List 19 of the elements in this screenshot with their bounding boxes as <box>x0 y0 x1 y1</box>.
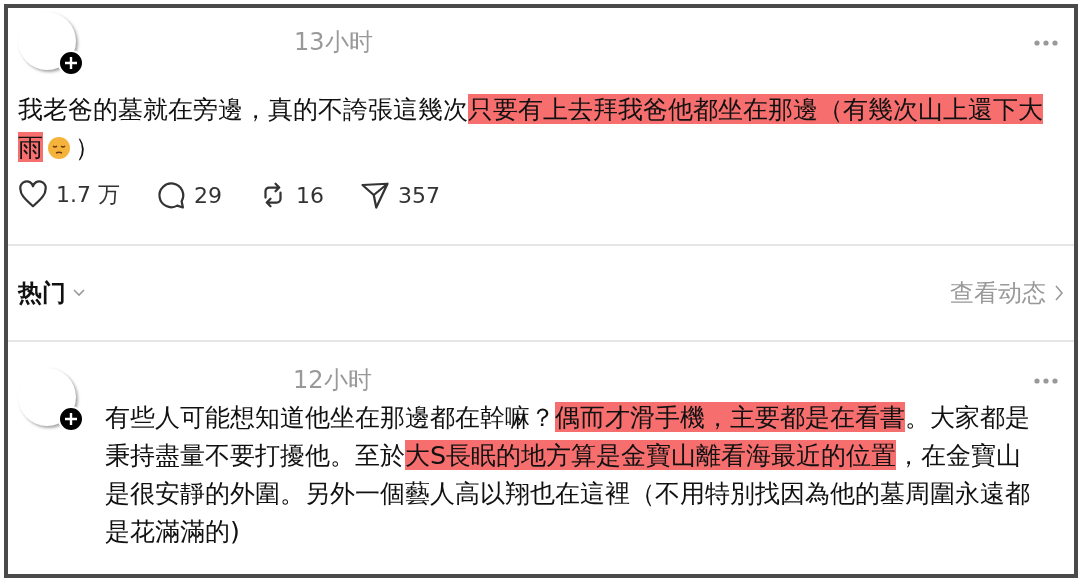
more-icon[interactable] <box>1034 378 1058 384</box>
pensive-emoji-icon <box>47 136 71 160</box>
timestamp: 13小时 <box>294 27 374 58</box>
action-button[interactable]: 1.7 万 <box>18 180 120 210</box>
more-icon[interactable] <box>1034 40 1058 46</box>
heart-icon <box>18 180 48 210</box>
follow-plus-icon[interactable] <box>58 50 84 76</box>
action-button[interactable]: 16 <box>258 180 324 210</box>
speech-bubble-icon <box>156 180 186 210</box>
action-button[interactable]: 29 <box>156 180 222 210</box>
action-button[interactable]: 357 <box>360 180 440 210</box>
sort-dropdown[interactable]: 热门 <box>18 277 86 309</box>
chevron-down-icon <box>72 288 86 298</box>
chevron-right-icon <box>1054 284 1064 302</box>
follow-plus-icon[interactable] <box>58 406 84 432</box>
post-text: 有些人可能想知道他坐在那邊都在幹嘛？偶而才滑手機，主要都是在看書。大家都是秉持盡量不要打擾他。至於大S長眠的地方算是金寶山離看海最近的位置，在金寶山是很安靜的外圍。另外一個藝人高以翔也在這裡（不用特別找因為他的墓周圍永遠都是花滿滿的) <box>105 401 1031 548</box>
post-text: 我老爸的墓就在旁邊，真的不誇張這幾次只要有上去拜我爸他都坐在那邊（有幾次山上還下大雨 ） <box>18 93 1044 164</box>
timestamp: 12小时 <box>293 365 373 396</box>
send-icon <box>360 180 390 210</box>
